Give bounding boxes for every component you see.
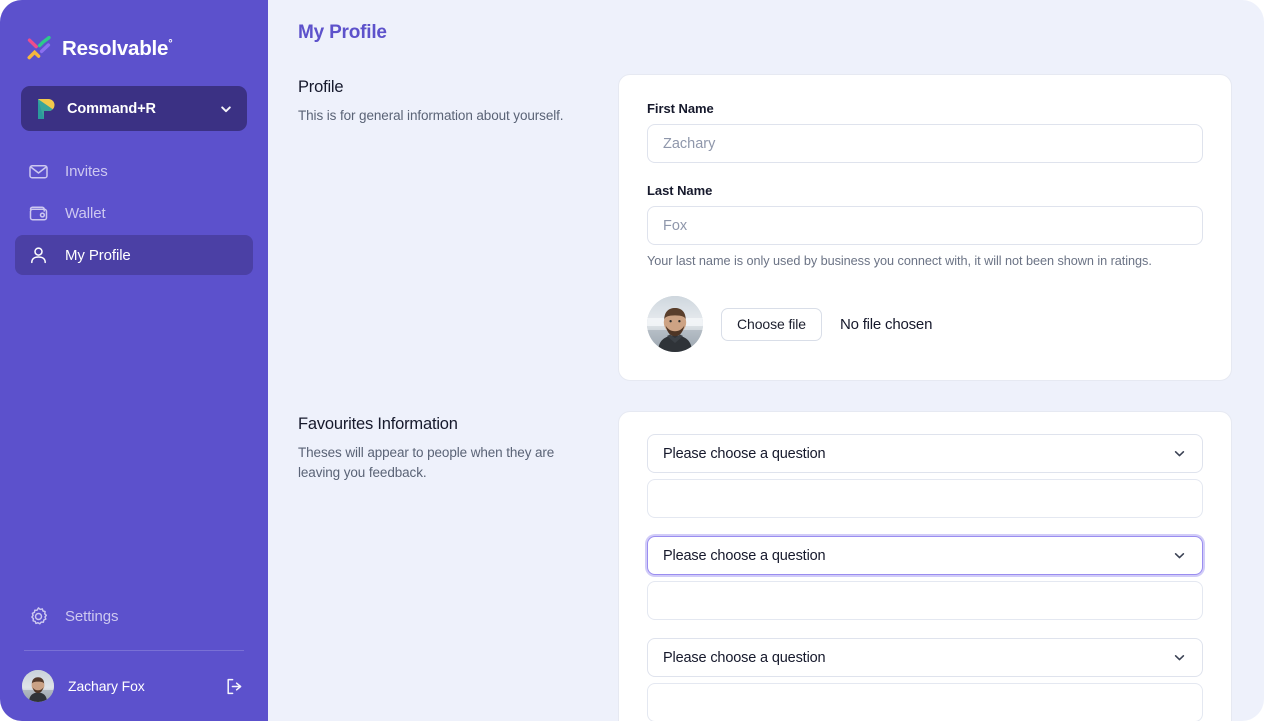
section-description: Theses will appear to people when they a… bbox=[298, 445, 555, 480]
brand-logo[interactable]: Resolvable° bbox=[0, 0, 268, 70]
question-select-wrapper: Please choose a question bbox=[647, 536, 1203, 575]
sidebar-item-label: Settings bbox=[65, 607, 119, 625]
choose-file-button[interactable]: Choose file bbox=[721, 307, 822, 341]
favourite-question-group: Please choose a question bbox=[647, 434, 1203, 518]
last-name-input[interactable] bbox=[647, 206, 1203, 245]
question-select-3[interactable]: Please choose a question bbox=[647, 638, 1203, 677]
last-name-label: Last Name bbox=[647, 183, 713, 198]
brand-name: Resolvable° bbox=[62, 37, 173, 60]
first-name-input[interactable] bbox=[647, 124, 1203, 163]
section-description: This is for general information about yo… bbox=[298, 108, 564, 123]
question-select-wrapper: Please choose a question bbox=[647, 434, 1203, 473]
sidebar-item-my-profile[interactable]: My Profile bbox=[15, 235, 253, 275]
question-select-2[interactable]: Please choose a question bbox=[647, 536, 1203, 575]
profile-card: First Name Last Name Your last name is o… bbox=[618, 74, 1232, 381]
last-name-help-text: Your last name is only used by business … bbox=[647, 254, 1152, 268]
sidebar-user-row[interactable]: Zachary Fox bbox=[0, 651, 268, 721]
question-select-label: Please choose a question bbox=[663, 649, 826, 666]
page-title: My Profile bbox=[298, 22, 387, 43]
gear-icon bbox=[28, 606, 49, 627]
favourite-question-group: Please choose a question bbox=[647, 536, 1203, 620]
favourites-section: Favourites Information Theses will appea… bbox=[298, 411, 1232, 721]
section-title: Favourites Information bbox=[298, 415, 458, 433]
org-name: Command+R bbox=[67, 100, 156, 117]
file-status-text: No file chosen bbox=[839, 315, 933, 333]
org-avatar-icon bbox=[35, 98, 55, 120]
sidebar-item-invites[interactable]: Invites bbox=[15, 151, 253, 191]
favourite-question-group: Please choose a question bbox=[647, 638, 1203, 721]
chevron-down-icon bbox=[1172, 548, 1187, 563]
profile-section-info: Profile This is for general information … bbox=[298, 74, 618, 126]
avatar bbox=[22, 670, 54, 702]
photo-upload-row: Choose file No file chosen bbox=[647, 296, 1203, 352]
user-icon bbox=[28, 245, 49, 266]
question-answer-input-2[interactable] bbox=[647, 581, 1203, 620]
favourites-section-info: Favourites Information Theses will appea… bbox=[298, 411, 618, 482]
org-switcher[interactable]: Command+R bbox=[21, 86, 247, 131]
brand-trademark: ° bbox=[168, 38, 173, 51]
sidebar-item-label: Wallet bbox=[65, 204, 106, 222]
profile-photo bbox=[647, 296, 703, 352]
sidebar-nav: Invites Wallet My Profile bbox=[0, 151, 268, 275]
mail-icon bbox=[28, 161, 49, 182]
resolvable-pinwheel-logo-icon bbox=[26, 35, 52, 62]
question-select-wrapper: Please choose a question bbox=[647, 638, 1203, 677]
sidebar-item-label: My Profile bbox=[65, 246, 131, 264]
question-answer-input-3[interactable] bbox=[647, 683, 1203, 721]
question-select-label: Please choose a question bbox=[663, 445, 826, 462]
first-name-field: First Name bbox=[647, 101, 1203, 163]
logout-icon[interactable] bbox=[225, 677, 244, 696]
sidebar-user-name: Zachary Fox bbox=[68, 678, 145, 694]
question-select-label: Please choose a question bbox=[663, 547, 826, 564]
wallet-icon bbox=[28, 203, 49, 224]
sidebar-item-settings[interactable]: Settings bbox=[15, 596, 253, 636]
chevron-down-icon bbox=[219, 102, 233, 116]
profile-section: Profile This is for general information … bbox=[298, 74, 1232, 381]
section-title: Profile bbox=[298, 78, 344, 96]
sidebar: Resolvable° Command+R Invites Wallet My … bbox=[0, 0, 268, 721]
main-content: My Profile Profile This is for general i… bbox=[268, 0, 1264, 721]
app-window: Resolvable° Command+R Invites Wallet My … bbox=[0, 0, 1264, 721]
first-name-label: First Name bbox=[647, 101, 714, 116]
question-answer-input-1[interactable] bbox=[647, 479, 1203, 518]
sidebar-item-wallet[interactable]: Wallet bbox=[15, 193, 253, 233]
favourites-card: Please choose a question Please choose a… bbox=[618, 411, 1232, 721]
sidebar-item-label: Invites bbox=[65, 162, 108, 180]
question-select-1[interactable]: Please choose a question bbox=[647, 434, 1203, 473]
chevron-down-icon bbox=[1172, 650, 1187, 665]
chevron-down-icon bbox=[1172, 446, 1187, 461]
last-name-field: Last Name Your last name is only used by… bbox=[647, 183, 1203, 268]
